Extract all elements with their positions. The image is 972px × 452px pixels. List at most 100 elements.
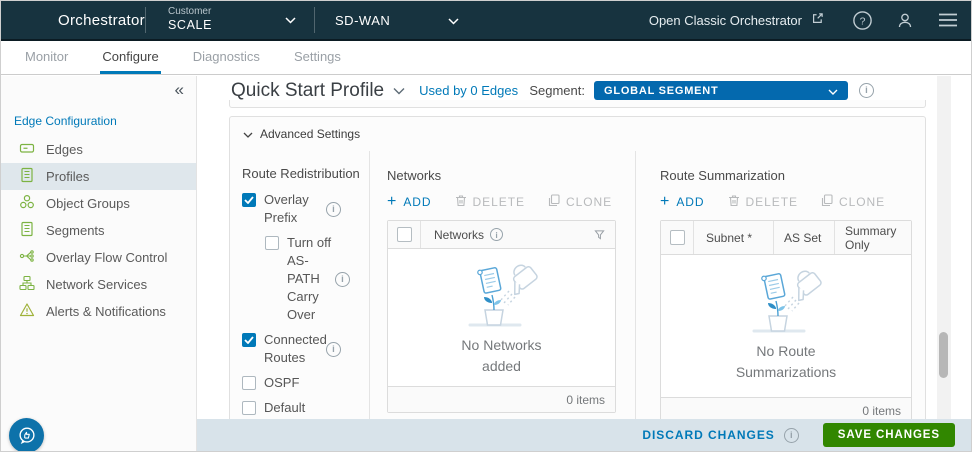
- external-link-icon: [811, 12, 824, 28]
- networks-table-header: Networks i: [388, 221, 615, 249]
- clone-icon: [821, 194, 833, 210]
- vertical-scrollbar[interactable]: [937, 76, 951, 451]
- clone-label: CLONE: [839, 195, 885, 209]
- sidebar-item-object-groups[interactable]: Object Groups: [1, 190, 196, 217]
- add-label: ADD: [676, 195, 704, 209]
- open-classic-orchestrator-link[interactable]: Open Classic Orchestrator: [649, 12, 824, 28]
- networks-table: Networks i: [387, 220, 616, 413]
- checkbox-label: Turn off AS-PATH Carry Over: [287, 234, 335, 324]
- sidebar-section-title: Edge Configuration: [14, 114, 196, 128]
- networks-section: Networks + ADD DELETE CLONE: [387, 168, 616, 413]
- sidebar-item-label: Alerts & Notifications: [46, 304, 166, 319]
- feedback-button[interactable]: [9, 418, 44, 452]
- clone-icon: [548, 194, 560, 210]
- route-summarization-empty-text: No Route Summarizations: [711, 341, 861, 383]
- service-name: SD-WAN: [335, 13, 390, 28]
- overlay-prefix-checkbox[interactable]: [242, 193, 256, 207]
- info-icon[interactable]: i: [784, 428, 799, 443]
- turn-off-aspath-checkbox[interactable]: [265, 236, 279, 250]
- networks-clone-button[interactable]: CLONE: [548, 194, 612, 210]
- info-icon[interactable]: i: [326, 202, 341, 217]
- segment-dropdown[interactable]: GLOBAL SEGMENT: [594, 81, 848, 100]
- main-nav-tabs: Monitor Configure Diagnostics Settings: [1, 41, 972, 75]
- advanced-settings-card: Advanced Settings Route Redistribution O…: [229, 116, 926, 452]
- sidebar-item-profiles[interactable]: Profiles: [1, 163, 196, 190]
- default-route-checkbox[interactable]: [242, 401, 256, 415]
- scrollbar-thumb[interactable]: [939, 332, 948, 378]
- sidebar-item-network-services[interactable]: Network Services: [1, 271, 196, 298]
- svg-text:?: ?: [860, 15, 866, 27]
- chevron-down-icon: [285, 11, 296, 29]
- profile-title-chevron-icon[interactable]: [393, 87, 405, 95]
- delete-label: DELETE: [473, 195, 525, 209]
- select-all-checkbox[interactable]: [397, 227, 412, 242]
- route-summarization-delete-button[interactable]: DELETE: [728, 194, 798, 210]
- network-services-icon: [19, 275, 35, 294]
- object-groups-icon: [19, 194, 35, 213]
- page-title: Quick Start Profile: [231, 80, 384, 102]
- tab-diagnostics[interactable]: Diagnostics: [191, 41, 262, 74]
- networks-empty-state: No Networks added: [388, 249, 615, 386]
- advanced-settings-toggle[interactable]: Advanced Settings: [230, 117, 925, 141]
- sidebar-item-label: Overlay Flow Control: [46, 250, 167, 265]
- hamburger-menu-icon[interactable]: [937, 11, 959, 29]
- user-icon[interactable]: [895, 11, 915, 30]
- select-all-checkbox[interactable]: [670, 230, 685, 245]
- sidebar-item-label: Profiles: [46, 169, 89, 184]
- sidebar-item-overlay-flow-control[interactable]: Overlay Flow Control: [1, 244, 196, 271]
- connected-routes-checkbox[interactable]: [242, 333, 256, 347]
- checkbox-label: OSPF: [264, 374, 326, 392]
- discard-label: DISCARD CHANGES: [642, 428, 774, 442]
- open-classic-label: Open Classic Orchestrator: [649, 13, 802, 28]
- ospf-checkbox[interactable]: [242, 376, 256, 390]
- trash-icon: [455, 194, 467, 210]
- checkbox-label: Connected Routes: [264, 331, 326, 367]
- overlay-prefix-option: Overlay Prefix i: [242, 191, 366, 227]
- networks-toolbar: + ADD DELETE CLONE: [387, 194, 616, 210]
- top-header-bar: Orchestrator Customer SCALE SD-WAN Open …: [1, 1, 972, 41]
- networks-add-button[interactable]: + ADD: [387, 194, 432, 210]
- discard-changes-button[interactable]: DISCARD CHANGES i: [642, 428, 798, 443]
- sidebar-item-label: Segments: [46, 223, 105, 238]
- save-changes-button[interactable]: SAVE CHANGES: [823, 423, 955, 447]
- networks-empty-text: No Networks added: [442, 335, 562, 377]
- tab-configure[interactable]: Configure: [100, 41, 160, 74]
- sidebar-item-segments[interactable]: Segments: [1, 217, 196, 244]
- service-dropdown[interactable]: SD-WAN: [335, 13, 459, 28]
- segment-info-icon[interactable]: i: [859, 83, 874, 98]
- tab-monitor[interactable]: Monitor: [23, 41, 70, 74]
- watering-can-illustration: [454, 255, 550, 333]
- sidebar-item-edges[interactable]: Edges: [1, 136, 196, 163]
- networks-column-header: Networks: [434, 228, 484, 242]
- advanced-settings-title: Advanced Settings: [260, 127, 360, 141]
- header-divider: [314, 7, 315, 33]
- sidebar-item-alerts-notifications[interactable]: Alerts & Notifications: [1, 298, 196, 325]
- help-icon[interactable]: ?: [852, 10, 873, 31]
- info-icon[interactable]: i: [490, 228, 503, 241]
- route-summarization-clone-button[interactable]: CLONE: [821, 194, 885, 210]
- route-summarization-title: Route Summarization: [660, 168, 912, 183]
- segments-icon: [19, 221, 35, 240]
- alerts-icon: [19, 302, 35, 321]
- filter-icon[interactable]: [594, 221, 605, 248]
- sidebar-collapse-icon[interactable]: «: [175, 81, 184, 98]
- info-icon[interactable]: i: [335, 272, 350, 287]
- edges-icon: [19, 140, 35, 159]
- as-set-column-header: AS Set: [774, 221, 835, 254]
- turn-off-aspath-option: Turn off AS-PATH Carry Over i: [265, 234, 366, 324]
- customer-dropdown[interactable]: Customer SCALE: [168, 6, 296, 34]
- delete-label: DELETE: [746, 195, 798, 209]
- info-icon[interactable]: i: [326, 342, 341, 357]
- tab-settings[interactable]: Settings: [292, 41, 343, 74]
- route-summarization-items-count: 0 items: [862, 404, 901, 418]
- connected-routes-option: Connected Routes i: [242, 331, 366, 367]
- route-summarization-empty-state: No Route Summarizations: [661, 255, 911, 397]
- networks-delete-button[interactable]: DELETE: [455, 194, 525, 210]
- subnet-column-header: Subnet *: [694, 221, 774, 254]
- route-summarization-add-button[interactable]: + ADD: [660, 194, 705, 210]
- used-by-edges-link[interactable]: Used by 0 Edges: [419, 83, 518, 98]
- networks-items-count: 0 items: [566, 393, 605, 407]
- segment-value: GLOBAL SEGMENT: [604, 85, 718, 97]
- checkbox-label: Overlay Prefix: [264, 191, 326, 227]
- sidebar-item-label: Object Groups: [46, 196, 130, 211]
